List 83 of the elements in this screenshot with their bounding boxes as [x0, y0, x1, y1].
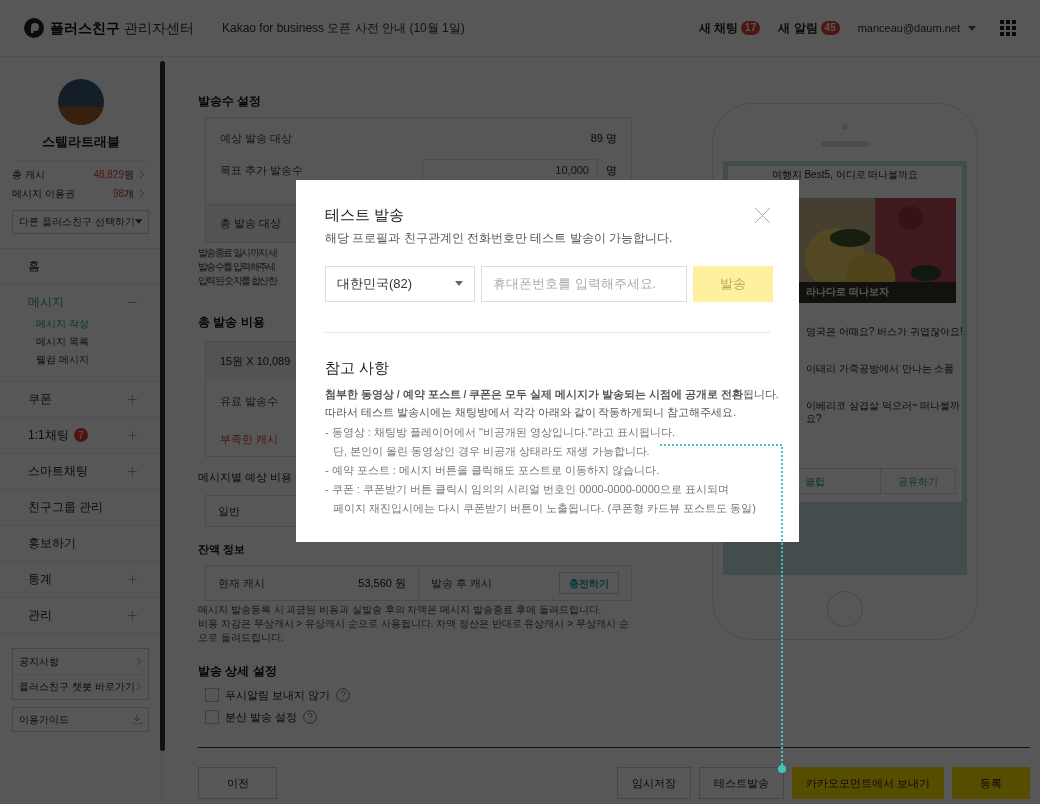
nav-item[interactable]: 홍보하기 [0, 525, 161, 561]
sidebar-link[interactable]: 플러스친구 챗봇 바로가기 [13, 673, 148, 699]
card-title: 여행지 Best5, 어디로 떠나볼까요 [771, 168, 919, 181]
field-label: 총 발송 대상 [220, 216, 282, 232]
card-action[interactable]: 공유하기 [879, 469, 955, 493]
footer-button[interactable]: 등록 [952, 767, 1030, 799]
charge-button[interactable]: 충전하기 [559, 572, 619, 594]
section-title: 발송 상세 설정 [198, 663, 277, 679]
phone-input[interactable]: 휴대폰번호를 입력해주세요. [481, 265, 687, 302]
help-text: 입력된 숫자를 합산한 [198, 274, 276, 288]
guide-link[interactable]: 이용가이드 [12, 706, 149, 732]
close-icon[interactable] [755, 208, 770, 223]
stat-label: 총 캐시 [12, 167, 45, 182]
help-icon [303, 710, 318, 724]
bullet-text: - 쿠폰 : 쿠폰받기 버튼 클릭시 임의의 시리얼 번호인 0000-0000-0000으로 표시되며 [325, 482, 730, 497]
section-title: 총 발송 비용 [198, 315, 265, 330]
bullet-text: 단, 본인이 올린 동영상인 경우 비공개 상태라도 재생 가능합니다. [333, 444, 650, 459]
friend-select[interactable]: 다른 플러스친구 선택하기 [12, 209, 149, 234]
footer-button[interactable]: 카카오모먼트에서 보내기 [791, 767, 944, 799]
nav-subitem[interactable]: 웰컴 메시지 [36, 350, 89, 369]
counter-link[interactable]: 새 채팅 17 [698, 19, 761, 37]
logo-icon [24, 18, 44, 38]
chevron-right-icon [136, 656, 142, 666]
profile-name: 스텔라트래블 [41, 133, 120, 151]
footer-button[interactable]: 임시저장 [616, 767, 691, 799]
nav-item[interactable]: 쿠폰 [0, 381, 161, 417]
field-label: 유료 발송수 [220, 393, 279, 409]
bullet-text: - 동영상 : 채팅방 플레이어에서 "비공개된 영상입니다."라고 표시됩니다. [325, 425, 676, 440]
footer-button[interactable]: 테스트발송 [698, 767, 784, 799]
nav-item[interactable]: 1:1채팅 7 [0, 417, 161, 453]
nav-subitem[interactable]: 메시지 목록 [36, 332, 89, 351]
section-title: 참고 사항 [325, 357, 390, 378]
caret-icon [455, 281, 463, 286]
notice-text: 따라서 테스트 발송시에는 채팅방에서 각각 아래와 같이 작동하게되니 참고해주세요. [325, 405, 737, 420]
footer-button[interactable]: 이전 [198, 767, 277, 799]
stat-label: 메시지 이용권 [12, 186, 75, 201]
field-label: 목표 추가 발송수 [220, 162, 304, 178]
dialog-title: 테스트 발송 [325, 205, 405, 225]
profile-avatar [57, 79, 104, 125]
stat-value: 48,829원 [93, 167, 134, 182]
dialog-subtitle: 해당 프로필과 친구관계인 전화번호만 테스트 발송이 가능합니다. [325, 229, 673, 247]
field-label: 발송 후 캐시 [431, 575, 493, 591]
counter-link[interactable]: 새 알림 45 [778, 19, 840, 37]
field-value: 89 명 [590, 130, 617, 146]
field-label: 부족한 캐시 [220, 431, 279, 447]
section-title: 메시지별 예상 비용 [198, 470, 293, 485]
caret-icon [968, 25, 976, 31]
field-label: 예상 발송 대상 [220, 130, 293, 146]
checkbox-label: 분산 발송 설정 [225, 709, 298, 725]
download-icon [132, 714, 142, 724]
message-type: 일반 [218, 503, 240, 519]
list-item[interactable]: 이베리코 삼겹살 먹으러~ 떠나볼까 요? [806, 399, 961, 425]
brand-name: 플러스친구 [50, 18, 120, 38]
nav-item[interactable]: 관리 [0, 597, 161, 633]
section-title: 잔액 정보 [198, 542, 246, 556]
chevron-right-icon [136, 682, 142, 691]
count-badge: 7 [73, 428, 88, 442]
picture-caption: 라나다로 떠나보자 [806, 285, 889, 299]
help-text: 발송종료 일시까지 세 [198, 246, 276, 260]
stat-value: 98개 [112, 186, 134, 201]
checkbox-label: 푸시알림 보내지 않기 [225, 687, 331, 703]
notice-text: 첨부한 동영상 / 예약 포스트 / 쿠폰은 모두 실제 메시지가 발송되는 시점에 공개로 전환됩니다. [325, 387, 779, 402]
country-select[interactable]: 대한민국(82) [325, 265, 475, 302]
sidebar-link[interactable]: 공지사항 [13, 648, 148, 674]
account-menu[interactable]: manceau@daum.net [857, 19, 976, 37]
bullet-text: - 예약 포스트 : 메시지 버튼을 클릭해도 포스트로 이동하지 않습니다. [325, 463, 660, 478]
brand-subtitle: 관리자센터 [124, 18, 194, 38]
unit-label: 명 [606, 162, 617, 178]
cash-value: 53,560 원 [358, 575, 406, 591]
notice-link[interactable]: Kakao for business 오픈 사전 안내 (10월 1일) [222, 19, 465, 37]
help-icon [336, 688, 351, 702]
nav-item[interactable]: 스마트채팅 [0, 453, 161, 489]
list-item[interactable]: 이태리 가죽공방에서 만나는 소품 [806, 362, 955, 375]
nav-item[interactable]: 친구그룹 관리 [0, 489, 161, 525]
nav-item[interactable]: 통계 [0, 561, 161, 597]
caret-icon [134, 219, 142, 224]
list-item[interactable]: 영국은 어때요? 버스가 귀엽잖아요! [806, 325, 963, 338]
section-title: 발송수 설정 [198, 94, 262, 109]
help-text: 발송수를 입력해주세 [198, 260, 275, 274]
apps-icon[interactable] [1000, 20, 1016, 36]
bullet-text: 페이지 재진입시에는 다시 쿠폰받기 버튼이 노출됩니다. (쿠폰형 카드뷰 포스트도 동일) [333, 501, 756, 516]
nav-item[interactable]: 홈 [0, 248, 161, 284]
cost-formula: 15원 X 10,089 [220, 353, 291, 369]
